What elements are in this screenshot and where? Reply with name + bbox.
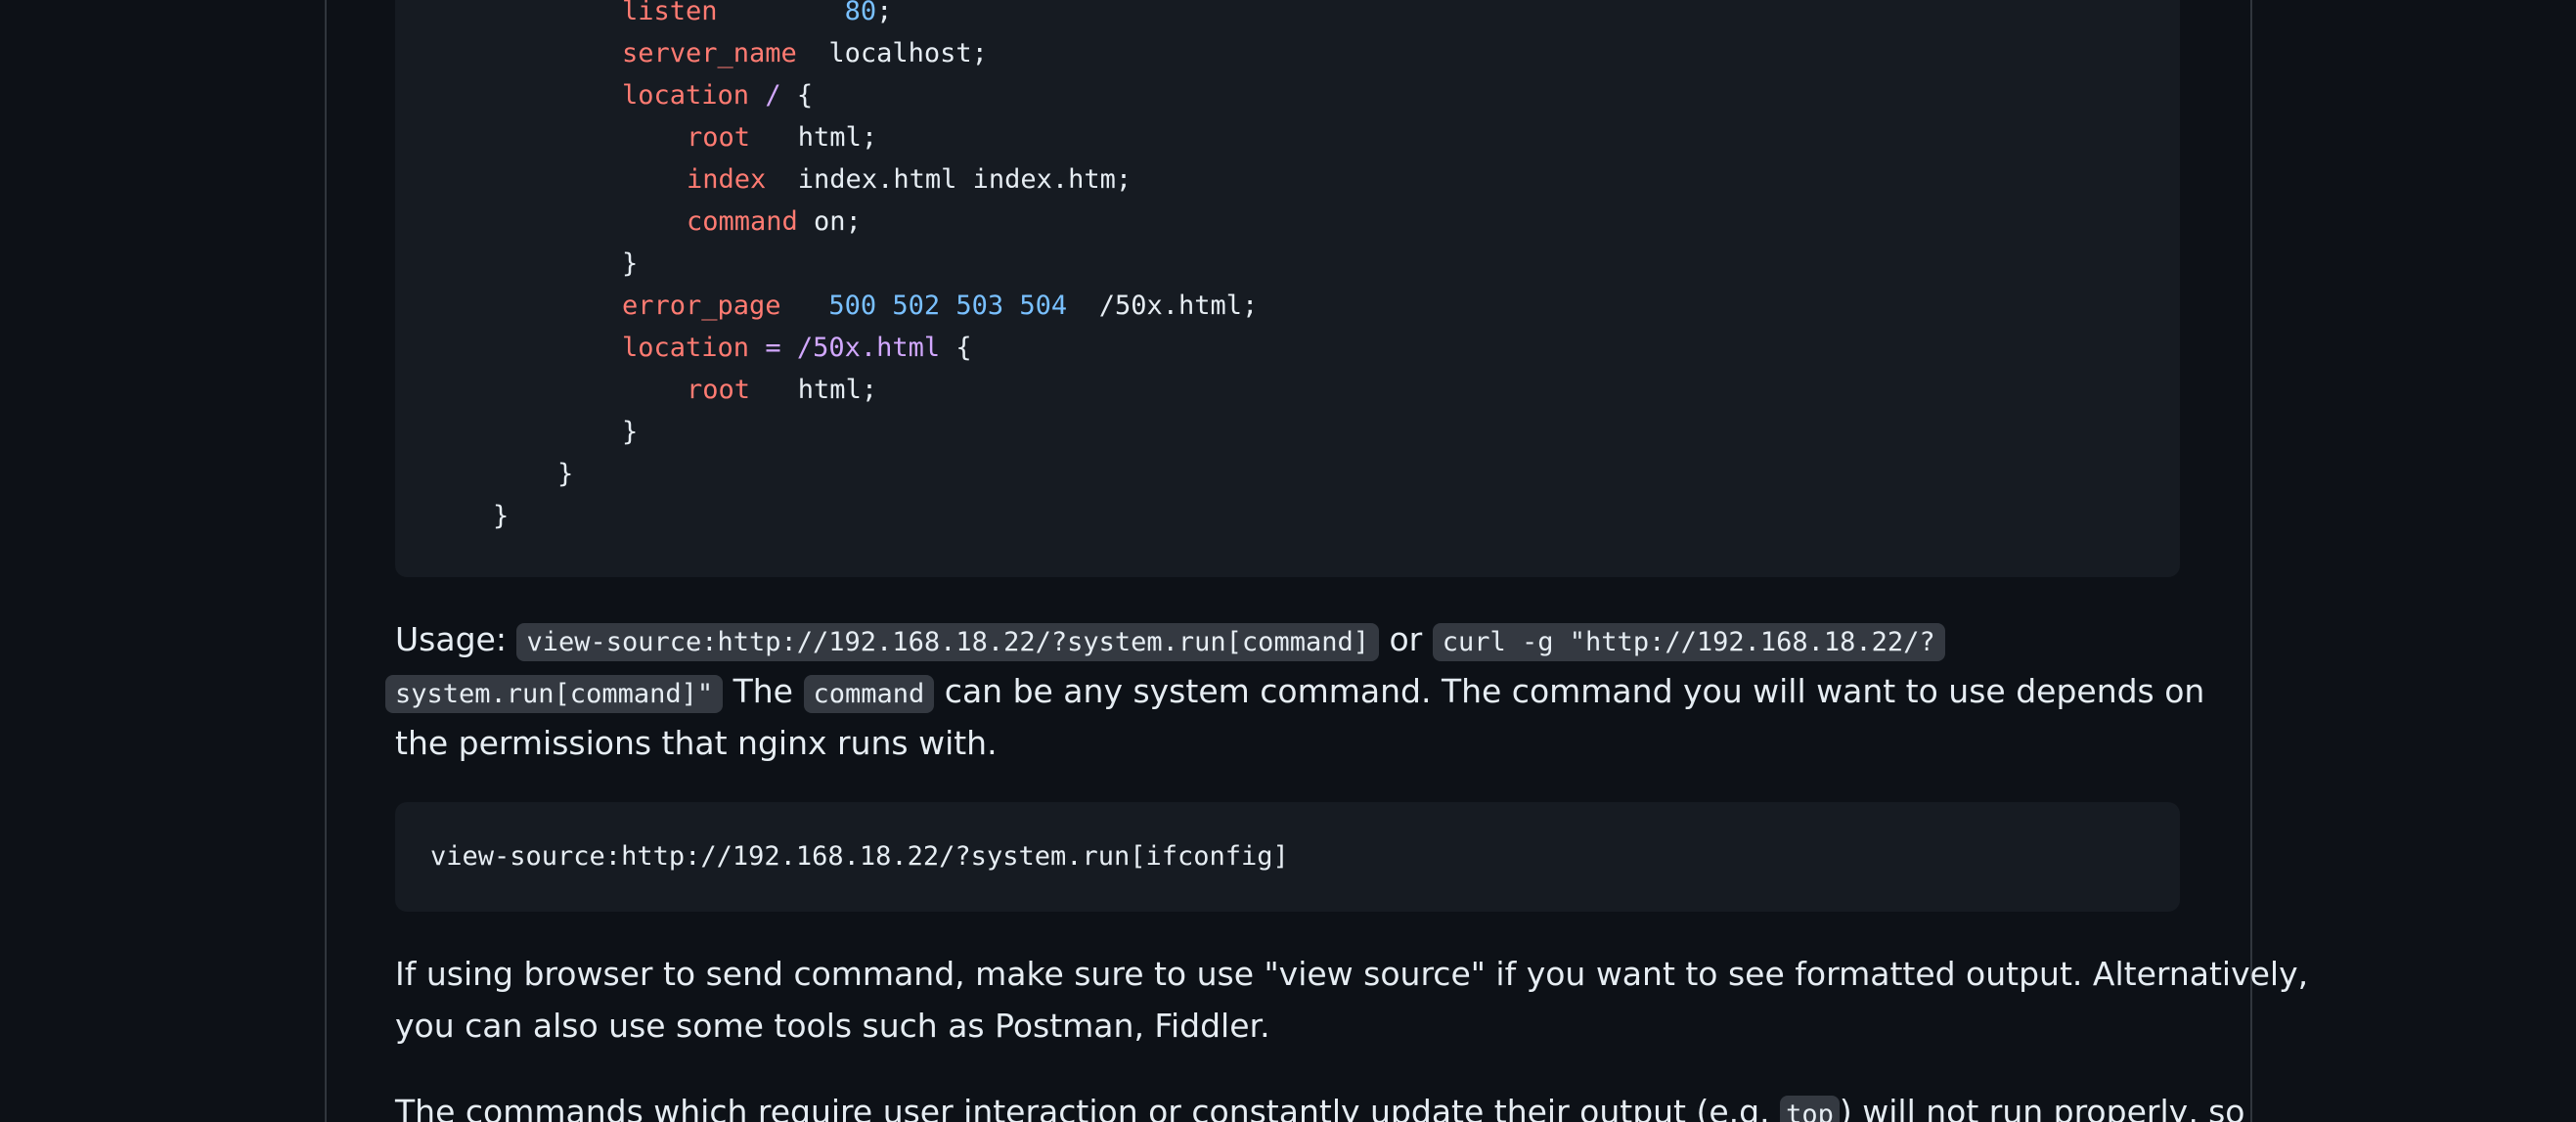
browser-note-line-2: you can also use some tools such as Post… — [395, 1007, 1270, 1045]
code-token: root — [687, 122, 751, 153]
code-line-index: index index.html index.htm; — [687, 160, 1132, 200]
code-token: } — [493, 501, 510, 531]
or-text: or — [1389, 620, 1423, 658]
code-token: location — [622, 80, 750, 111]
usage-label: Usage: — [395, 620, 507, 658]
code-line-root-50x: root html; — [687, 371, 877, 410]
code-token: localhost; — [796, 38, 988, 68]
code-token: listen — [622, 0, 718, 26]
code-token: server_name — [622, 38, 797, 68]
code-token: html; — [750, 375, 878, 405]
code-token: command — [687, 206, 798, 237]
code-token: error_page — [622, 291, 781, 321]
code-line-close-server: } — [557, 455, 573, 494]
config-code-block: listen 80; server_name localhost; locati… — [395, 0, 2180, 577]
code-line-close-http: } — [493, 497, 509, 536]
code-line-command: command on; — [687, 202, 862, 242]
usage-paragraph: Usage: view-source:http://192.168.18.22/… — [385, 613, 2204, 769]
code-token: / — [765, 80, 781, 111]
code-token: ; — [876, 0, 893, 26]
command-inline-code: command — [803, 675, 935, 713]
code-line-error-page: error_page 500 502 503 504 /50x.html; — [622, 287, 1258, 326]
code-line-location-50x: location = /50x.html { — [622, 329, 972, 368]
curl-inline-code-cont: system.run[command]" — [385, 675, 724, 713]
code-token: } — [622, 417, 639, 447]
usage-line-1: Usage: view-source:http://192.168.18.22/… — [395, 613, 2185, 665]
view-source-inline-code: view-source:http://192.168.18.22/?system… — [516, 623, 1379, 661]
code-token: index — [687, 164, 767, 195]
code-token: /50x.html; — [1067, 291, 1259, 321]
interactive-note-line-1: The commands which require user interact… — [395, 1086, 2245, 1122]
example-code-block: view-source:http://192.168.18.22/?system… — [395, 802, 2180, 912]
code-token: = /50x.html — [765, 333, 941, 363]
usage-line-2: system.run[command]" The command can be … — [385, 665, 2204, 717]
interactive-note-paragraph: The commands which require user interact… — [395, 1086, 2245, 1122]
interactive-note-after: ) will not run properly, so — [1839, 1093, 2245, 1122]
curl-inline-code: curl -g "http://192.168.18.22/? — [1432, 623, 1945, 661]
code-line-close-location: } — [622, 245, 638, 284]
code-line-listen: listen 80; — [622, 0, 892, 31]
the-text: The — [733, 672, 793, 710]
code-token: on; — [797, 206, 862, 237]
browser-note-paragraph: If using browser to send command, make s… — [395, 948, 2309, 1052]
usage-line-3: the permissions that nginx runs with. — [395, 724, 998, 762]
code-line-location-root: location / { — [622, 76, 813, 115]
interactive-note-before: The commands which require user interact… — [395, 1093, 1770, 1122]
code-token: } — [557, 459, 574, 489]
code-token: 500 502 503 504 — [828, 291, 1068, 321]
code-line-close-50x: } — [622, 413, 638, 452]
example-code-line: view-source:http://192.168.18.22/?system… — [430, 841, 1289, 872]
code-token: root — [687, 375, 751, 405]
usage-line-2-text: can be any system command. The command y… — [944, 672, 2205, 710]
code-token: 80 — [844, 0, 877, 26]
code-token: index.html index.htm; — [766, 164, 1133, 195]
top-inline-code: top — [1780, 1096, 1840, 1122]
code-line-root: root html; — [687, 118, 877, 157]
code-token: location — [622, 333, 750, 363]
code-token: { — [780, 80, 814, 111]
code-token: html; — [750, 122, 878, 153]
browser-note-line-1: If using browser to send command, make s… — [395, 955, 2309, 993]
code-token: } — [622, 248, 639, 279]
code-line-server-name: server_name localhost; — [622, 34, 988, 73]
code-token: { — [940, 333, 972, 363]
